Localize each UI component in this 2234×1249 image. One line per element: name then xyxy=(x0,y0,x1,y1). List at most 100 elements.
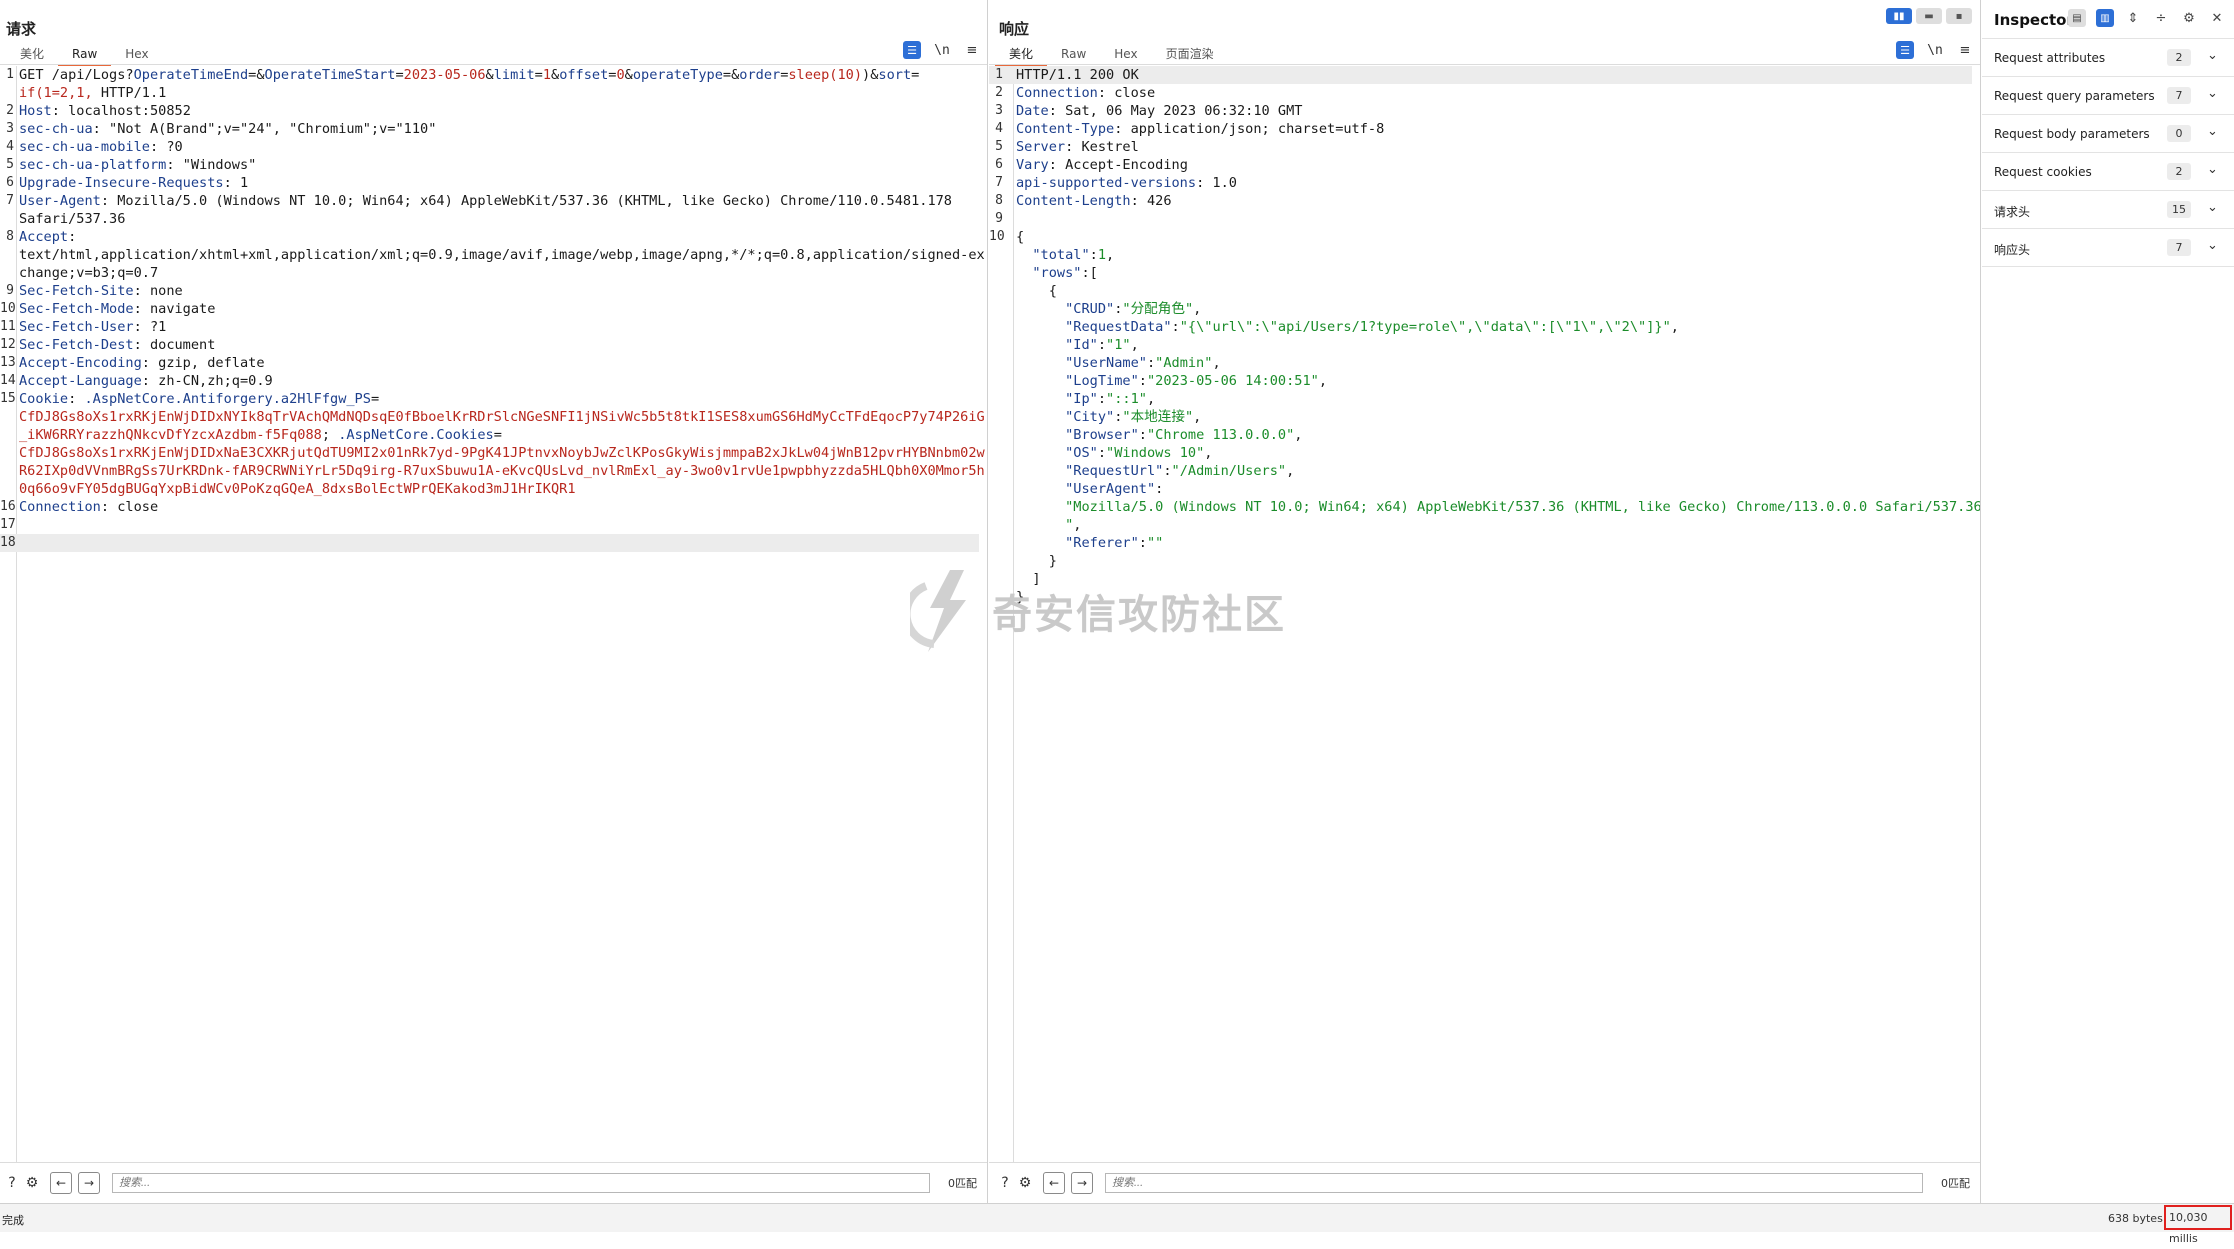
expand-icon[interactable]: ⇕ xyxy=(2124,9,2142,27)
tab-raw[interactable]: Raw xyxy=(58,44,112,66)
tab-pretty[interactable]: 美化 xyxy=(995,44,1048,66)
code-line: 14 Accept-Language: zh-CN,zh;q=0.9 xyxy=(0,372,979,390)
newline-icon[interactable]: \n xyxy=(933,41,951,59)
code-line: "Mozilla/5.0 (Windows NT 10.0; Win64; x6… xyxy=(989,498,1980,516)
code-line: 7 User-Agent: Mozilla/5.0 (Windows NT 10.… xyxy=(0,192,979,210)
gear-icon[interactable]: ⚙ xyxy=(2180,9,2198,27)
section-request-headers[interactable]: 请求头 15 ⌄ xyxy=(1982,190,2234,228)
status-text: 完成 xyxy=(2,1214,24,1227)
chevron-down-icon: ⌄ xyxy=(2207,48,2218,63)
gear-icon[interactable]: ⚙ xyxy=(1015,1173,1035,1193)
help-icon[interactable]: ? xyxy=(2,1173,22,1193)
tab-pretty[interactable]: 美化 xyxy=(6,44,58,66)
code-line: 2 Host: localhost:50852 xyxy=(0,102,979,120)
code-line: 13 Accept-Encoding: gzip, deflate xyxy=(0,354,979,372)
status-bar: 完成 638 bytes 10,030 millis xyxy=(0,1203,2234,1245)
line-code: } xyxy=(1016,553,1057,569)
line-code: { xyxy=(1016,283,1057,299)
line-code: CfDJ8Gs8oXs1rxRKjEnWjDIDxNaE3CXKRjutQdTU… xyxy=(19,445,985,461)
chevron-down-icon: ⌄ xyxy=(2207,238,2218,253)
line-code: Safari/537.36 xyxy=(19,211,126,227)
count-badge: 15 xyxy=(2167,201,2191,218)
split-horizontal-icon[interactable]: ▮▮ xyxy=(1886,8,1912,24)
code-line: change;v=b3;q=0.7 xyxy=(0,264,979,282)
code-line: 4 Content-Type: application/json; charset… xyxy=(989,120,1972,138)
response-editor-tools: ☰ \n ≡ xyxy=(1896,41,1974,59)
wrap-icon[interactable]: ☰ xyxy=(903,41,921,59)
line-code: User-Agent: Mozilla/5.0 (Windows NT 10.0… xyxy=(19,193,952,209)
line-code: "UserAgent": xyxy=(1065,481,1164,497)
code-line: "UserName":"Admin", xyxy=(989,354,1972,372)
newline-icon[interactable]: \n xyxy=(1926,41,1944,59)
line-number: 12 xyxy=(0,337,16,352)
chevron-down-icon: ⌄ xyxy=(2207,86,2218,101)
code-line: "total":1, xyxy=(989,246,1972,264)
split-view-icon[interactable]: ▥ xyxy=(2096,9,2114,27)
line-code: "CRUD":"分配角色", xyxy=(1065,301,1202,317)
line-number: 13 xyxy=(0,355,16,370)
line-code: Content-Type: application/json; charset=… xyxy=(1016,121,1385,137)
close-icon[interactable]: ✕ xyxy=(2208,9,2226,27)
code-line: 6 Vary: Accept-Encoding xyxy=(989,156,1972,174)
arrow-left-icon[interactable]: ← xyxy=(1043,1172,1065,1194)
code-line: Safari/537.36 xyxy=(0,210,979,228)
line-code: change;v=b3;q=0.7 xyxy=(19,265,159,281)
response-search-input[interactable] xyxy=(1105,1173,1923,1193)
line-number: 10 xyxy=(0,301,16,316)
line-number: 11 xyxy=(0,319,16,334)
arrow-left-icon[interactable]: ← xyxy=(50,1172,72,1194)
code-line: 0q66o9vFY05dgBUGqYxpBidWCv0PoKzqGQeA_8dx… xyxy=(0,480,979,498)
line-number: 8 xyxy=(995,193,1003,208)
request-search-input[interactable] xyxy=(112,1173,930,1193)
line-code: Accept-Language: zh-CN,zh;q=0.9 xyxy=(19,373,273,389)
line-code: Accept-Encoding: gzip, deflate xyxy=(19,355,265,371)
tab-hex[interactable]: Hex xyxy=(1100,44,1151,66)
section-request-query-parameters[interactable]: Request query parameters 7 ⌄ xyxy=(1982,76,2234,114)
section-request-attributes[interactable]: Request attributes 2 ⌄ xyxy=(1982,38,2234,76)
list-view-icon[interactable]: ▤ xyxy=(2068,9,2086,27)
line-code: "UserName":"Admin", xyxy=(1065,355,1221,371)
code-line: if(1=2,1, HTTP/1.1 xyxy=(0,84,979,102)
response-editor[interactable]: 1 HTTP/1.1 200 OK 2 Connection: close 3 Date:… xyxy=(989,66,1980,1163)
gear-icon[interactable]: ⚙ xyxy=(22,1173,42,1193)
line-number: 6 xyxy=(6,175,14,190)
menu-icon[interactable]: ≡ xyxy=(963,41,981,59)
tabs-layout-icon[interactable]: ▪ xyxy=(1946,8,1972,24)
section-request-cookies[interactable]: Request cookies 2 ⌄ xyxy=(1982,152,2234,190)
line-number: 2 xyxy=(6,103,14,118)
line-code: "total":1, xyxy=(1032,247,1115,263)
response-title: 响应 xyxy=(999,20,1030,38)
arrow-right-icon[interactable]: → xyxy=(1071,1172,1093,1194)
code-line: } xyxy=(989,588,1972,606)
code-line: "Id":"1", xyxy=(989,336,1972,354)
tab-render[interactable]: 页面渲染 xyxy=(1152,44,1228,66)
line-code: Connection: close xyxy=(19,499,159,515)
count-badge: 2 xyxy=(2167,49,2191,66)
line-number: 16 xyxy=(0,499,16,514)
split-vertical-icon[interactable]: ▬ xyxy=(1916,8,1942,24)
line-code: api-supported-versions: 1.0 xyxy=(1016,175,1237,191)
count-badge: 0 xyxy=(2167,125,2191,142)
section-response-headers[interactable]: 响应头 7 ⌄ xyxy=(1982,228,2234,267)
section-request-body-parameters[interactable]: Request body parameters 0 ⌄ xyxy=(1982,114,2234,152)
line-code: { xyxy=(1016,229,1025,245)
wrap-icon[interactable]: ☰ xyxy=(1896,41,1914,59)
code-line: "Browser":"Chrome 113.0.0.0", xyxy=(989,426,1972,444)
line-code: _iKW6RRYrazzhQNkcvDfYzcxAzdbm-f5Fq088; .… xyxy=(19,427,502,443)
request-editor[interactable]: 1 GET /api/Logs?OperateTimeEnd=&OperateTi… xyxy=(0,66,987,1163)
line-code: "Ip":"::1", xyxy=(1065,391,1156,407)
collapse-icon[interactable]: ÷ xyxy=(2152,9,2170,27)
help-icon[interactable]: ? xyxy=(995,1173,1015,1193)
code-line: 5 sec-ch-ua-platform: "Windows" xyxy=(0,156,979,174)
tab-raw[interactable]: Raw xyxy=(1047,44,1100,66)
line-code: Date: Sat, 06 May 2023 06:32:10 GMT xyxy=(1016,103,1303,119)
line-code: 0q66o9vFY05dgBUGqYxpBidWCv0PoKzqGQeA_8dx… xyxy=(19,481,576,497)
tab-hex[interactable]: Hex xyxy=(111,44,162,66)
code-line: { xyxy=(989,282,1972,300)
line-code: sec-ch-ua-mobile: ?0 xyxy=(19,139,183,155)
line-code: sec-ch-ua-platform: "Windows" xyxy=(19,157,257,173)
line-code: "OS":"Windows 10", xyxy=(1065,445,1213,461)
arrow-right-icon[interactable]: → xyxy=(78,1172,100,1194)
code-line: "CRUD":"分配角色", xyxy=(989,300,1972,318)
menu-icon[interactable]: ≡ xyxy=(1956,41,1974,59)
